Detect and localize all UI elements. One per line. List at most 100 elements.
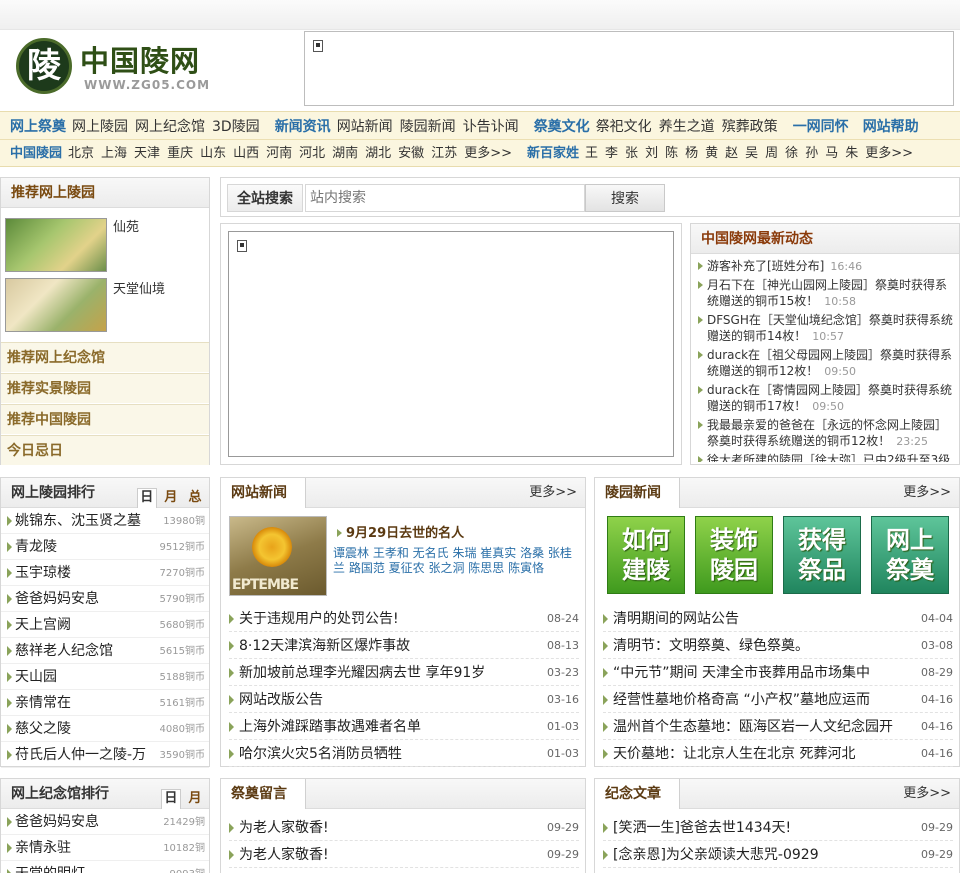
nav-heading[interactable]: 新百家姓	[527, 146, 579, 161]
news-title[interactable]: 上海外滩踩踏事故遇难者名单	[239, 714, 421, 740]
news-title[interactable]: 清明期间的网站公告	[613, 606, 739, 632]
nav-item[interactable]: 湖北	[365, 146, 391, 161]
news-title[interactable]: 天价墓地：让北京人生在北京 死葬河北	[613, 741, 855, 767]
nav-item[interactable]: 李	[605, 146, 618, 161]
more-link[interactable]: 更多>>	[529, 478, 577, 508]
nav-item[interactable]: 陈	[665, 146, 678, 161]
nav-item[interactable]: 天津	[134, 146, 160, 161]
nav-item[interactable]: 吴	[745, 146, 758, 161]
ranking-row[interactable]: 天上宫阙 5680铜币	[1, 612, 209, 638]
feature-tile[interactable]: 获得 祭品	[783, 516, 861, 594]
feature-names[interactable]: 谭震林 王孝和 无名氏 朱瑞 崔真实 洛桑 张桂兰 路国范 夏征农 张之洞 陈思…	[333, 546, 581, 576]
ranking-name[interactable]: 天上宫阙	[15, 612, 155, 638]
link-recommend-real-cemetery[interactable]: 推荐实景陵园	[1, 373, 209, 403]
news-title[interactable]: 网站改版公告	[239, 687, 323, 713]
news-title[interactable]: 为老人家敬香!	[239, 815, 329, 841]
panel-title[interactable]: 纪念文章	[595, 779, 680, 809]
news-item[interactable]: 上海外滩踩踏事故遇难者名单 01-03	[229, 714, 579, 740]
feature-tile[interactable]: 如何 建陵	[607, 516, 685, 594]
ranking-row[interactable]: 青龙陵 9512铜币	[1, 534, 209, 560]
ranking-name[interactable]: 青龙陵	[15, 534, 155, 560]
news-item[interactable]: 8·12天津滨海新区爆炸事故 08-13	[229, 633, 579, 659]
ranking-name[interactable]: 慈祥老人纪念馆	[15, 638, 155, 664]
news-title[interactable]: 关于违规用户的处罚公告!	[239, 606, 399, 632]
more-link[interactable]: 更多>>	[903, 478, 951, 508]
tab-month[interactable]: 月	[161, 489, 181, 509]
tab-month[interactable]: 月	[185, 790, 205, 810]
ranking-name[interactable]: 慈父之陵	[15, 716, 155, 742]
more-link[interactable]: 更多>>	[903, 779, 951, 809]
nav-item[interactable]: 网站新闻	[337, 119, 393, 135]
activity-item[interactable]: durack在［寄情园网上陵园］祭奠时获得系统赠送的铜币17枚！ 09:50	[693, 382, 957, 415]
ranking-row[interactable]: 慈父之陵 4080铜币	[1, 716, 209, 742]
news-item[interactable]: 为老人家敬香! 09-29	[229, 815, 579, 841]
news-title[interactable]: 清明节：文明祭奠、绿色祭奠。	[613, 633, 809, 659]
header-banner[interactable]	[304, 31, 954, 106]
ranking-row[interactable]: 天堂的明灯 9093铜	[1, 861, 209, 873]
nav-item[interactable]: 3D陵园	[212, 119, 260, 135]
feature-title[interactable]: 9月29日去世的名人	[337, 522, 464, 541]
news-item[interactable]: [念亲恩]为父亲颂读大悲咒-0929 09-29	[603, 842, 953, 868]
nav-item[interactable]: 黄	[705, 146, 718, 161]
nav-item[interactable]: 周	[765, 146, 778, 161]
nav-item[interactable]: 江苏	[431, 146, 457, 161]
news-item[interactable]: 哈尔滨火灾5名消防员牺牲 01-03	[229, 741, 579, 767]
ranking-name[interactable]: 天山园	[15, 664, 155, 690]
ranking-name[interactable]: 亲情永驻	[15, 835, 155, 861]
news-item[interactable]: 网站改版公告 03-16	[229, 687, 579, 713]
news-title[interactable]: [笑洒一生]爸爸去世1434天!	[613, 815, 791, 841]
nav-item[interactable]: 陵园新闻	[400, 119, 456, 135]
nav-item[interactable]: 山西	[233, 146, 259, 161]
nav-heading[interactable]: 新闻资讯	[275, 119, 331, 135]
activity-item[interactable]: 游客补充了[班姓分布] 16:46	[693, 258, 957, 275]
ranking-row[interactable]: 玉宇琼楼 7270铜币	[1, 560, 209, 586]
tab-day[interactable]: 日	[160, 789, 181, 809]
news-item[interactable]: 关于违规用户的处罚公告! 08-24	[229, 606, 579, 632]
ranking-row[interactable]: 苻氏后人仲一之陵-万 3590铜币	[1, 742, 209, 768]
ranking-name[interactable]: 爸爸妈妈安息	[15, 809, 155, 835]
nav-item[interactable]: 养生之道	[659, 119, 715, 135]
feature-tile[interactable]: 网上 祭奠	[871, 516, 949, 594]
nav-item[interactable]: 更多>>	[464, 146, 512, 161]
nav-item[interactable]: 上海	[101, 146, 127, 161]
news-item[interactable]: 新加坡前总理李光耀因病去世 享年91岁 03-23	[229, 660, 579, 686]
cemetery-name[interactable]: 天堂仙境	[113, 278, 165, 297]
cemetery-name[interactable]: 仙苑	[113, 216, 139, 235]
panel-title[interactable]: 祭奠留言	[221, 779, 306, 809]
news-title[interactable]: 新加坡前总理李光耀因病去世 享年91岁	[239, 660, 485, 686]
nav-item[interactable]: 孙	[805, 146, 818, 161]
ranking-row[interactable]: 亲情常在 5161铜币	[1, 690, 209, 716]
nav-item[interactable]: 更多>>	[865, 146, 913, 161]
panel-title[interactable]: 网站新闻	[221, 478, 306, 508]
news-title[interactable]: 温州首个生态墓地：瓯海区岩一人文纪念园开	[613, 714, 893, 740]
link-recommend-memorial[interactable]: 推荐网上纪念馆	[1, 342, 209, 372]
news-item[interactable]: 温州首个生态墓地：瓯海区岩一人文纪念园开 04-16	[603, 714, 953, 740]
ranking-name[interactable]: 亲情常在	[15, 690, 155, 716]
activity-item[interactable]: 月石下在［神光山园网上陵园］祭奠时获得系统赠送的铜币15枚！ 10:58	[693, 277, 957, 310]
news-item[interactable]: 清明期间的网站公告 04-04	[603, 606, 953, 632]
activity-item[interactable]: durack在［祖父母园网上陵园］祭奠时获得系统赠送的铜币12枚！ 09:50	[693, 347, 957, 380]
ranking-row[interactable]: 亲情永驻 10182铜	[1, 835, 209, 861]
ranking-row[interactable]: 姚锦东、沈玉贤之墓 13980铜	[1, 508, 209, 534]
activity-item[interactable]: DFSGH在［天堂仙境纪念馆］祭奠时获得系统赠送的铜币14枚！ 10:57	[693, 312, 957, 345]
nav-heading[interactable]: 网站帮助	[863, 119, 919, 135]
feature-image[interactable]: EPTEMBE	[229, 516, 327, 596]
search-button[interactable]: 搜索	[585, 184, 665, 212]
news-title[interactable]: 为老人家敬香!	[239, 842, 329, 868]
nav-item[interactable]: 王	[585, 146, 598, 161]
nav-item[interactable]: 殡葬政策	[722, 119, 778, 135]
news-item[interactable]: 清明节：文明祭奠、绿色祭奠。 03-08	[603, 633, 953, 659]
news-title[interactable]: “中元节”期间 天津全市丧葬用品市场集中	[613, 660, 870, 686]
search-input[interactable]	[305, 184, 585, 212]
nav-item[interactable]: 网上纪念馆	[135, 119, 205, 135]
news-item[interactable]: “中元节”期间 天津全市丧葬用品市场集中 08-29	[603, 660, 953, 686]
ranking-name[interactable]: 爸爸妈妈安息	[15, 586, 155, 612]
tab-total[interactable]: 总	[185, 489, 205, 509]
nav-item[interactable]: 重庆	[167, 146, 193, 161]
ranking-row[interactable]: 慈祥老人纪念馆 5615铜币	[1, 638, 209, 664]
tab-day[interactable]: 日	[136, 488, 157, 508]
nav-item[interactable]: 张	[625, 146, 638, 161]
cemetery-thumbnail[interactable]	[5, 218, 107, 272]
site-logo[interactable]: 陵 中国陵网 WWW.ZG05.COM	[14, 36, 224, 100]
nav-item[interactable]: 徐	[785, 146, 798, 161]
